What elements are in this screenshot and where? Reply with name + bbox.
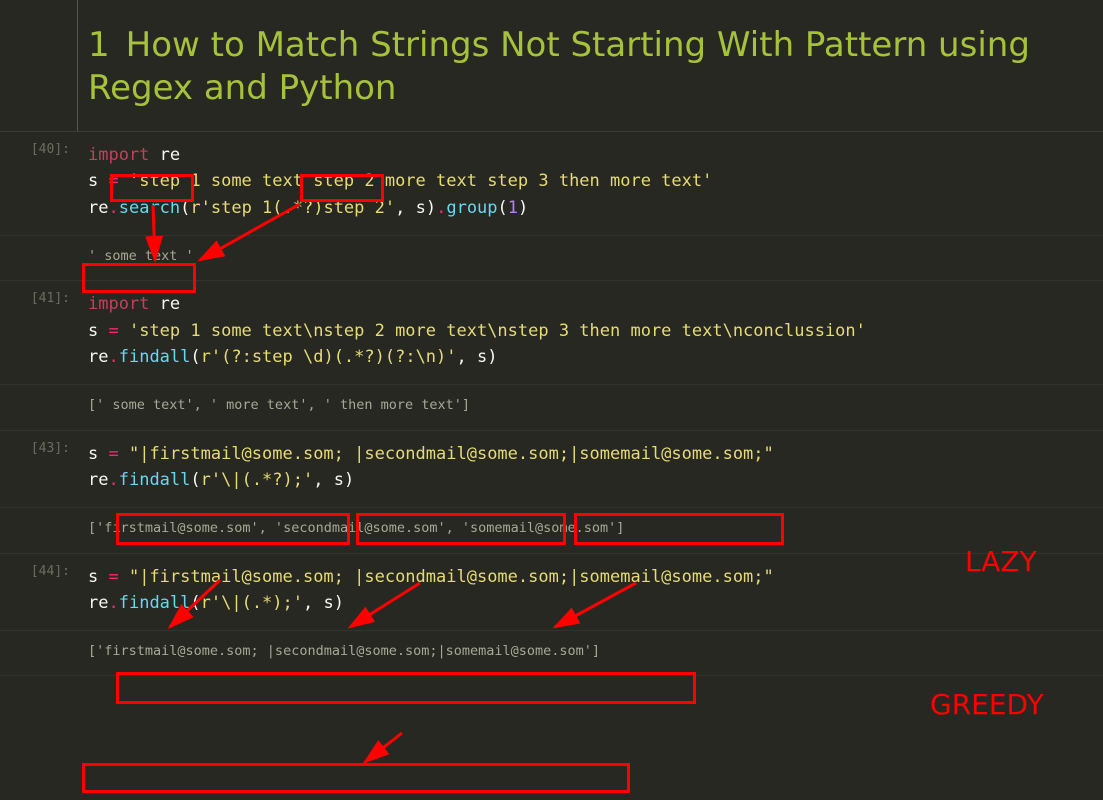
cell-44-code[interactable]: s = "|firstmail@some.som; |secondmail@so… [78,554,1103,631]
cell-44-input[interactable]: [44]: s = "|firstmail@some.som; |secondm… [0,554,1103,632]
cell-41-output-prompt [0,385,78,429]
cell-43-prompt: [43]: [0,431,78,508]
heading-text: How to Match Strings Not Starting With P… [88,25,1030,108]
cell-40-output: ' some text ' [78,236,1103,280]
cell-41-prompt: [41]: [0,281,78,384]
page-title: 1How to Match Strings Not Starting With … [88,24,1093,109]
cell-40-prompt: [40]: [0,132,78,235]
cell-44-output-prompt [0,631,78,675]
cell-40-output-prompt [0,236,78,280]
cell-43-output: ['firstmail@some.som', 'secondmail@some.… [78,508,1103,552]
cell-41-input[interactable]: [41]: import re s = 'step 1 some text\ns… [0,281,1103,385]
annotation-box-greedy-string [116,672,696,704]
cell-44-prompt: [44]: [0,554,78,631]
cell-40-code[interactable]: import re s = 'step 1 some text step 2 m… [78,132,1103,235]
cell-43-output-prompt [0,508,78,552]
cell-43-input[interactable]: [43]: s = "|firstmail@some.som; |secondm… [0,431,1103,509]
cell-43-code[interactable]: s = "|firstmail@some.som; |secondmail@so… [78,431,1103,508]
annotation-label-greedy: GREEDY [930,688,1044,721]
cell-41-code[interactable]: import re s = 'step 1 some text\nstep 2 … [78,281,1103,384]
cell-40-input[interactable]: [40]: import re s = 'step 1 some text st… [0,132,1103,236]
heading-number: 1 [88,25,110,65]
cell-43-output-row: ['firstmail@some.som', 'secondmail@some.… [0,508,1103,553]
cell-44-output: ['firstmail@some.som; |secondmail@some.s… [78,631,1103,675]
cell-41-output-row: [' some text', ' more text', ' then more… [0,385,1103,430]
annotation-box-greedy-output [82,763,630,793]
heading-gutter [0,0,78,131]
heading-cell: 1How to Match Strings Not Starting With … [78,0,1103,131]
cell-44-output-row: ['firstmail@some.som; |secondmail@some.s… [0,631,1103,676]
heading-row: 1How to Match Strings Not Starting With … [0,0,1103,132]
cell-40-output-row: ' some text ' [0,236,1103,281]
cell-41-output: [' some text', ' more text', ' then more… [78,385,1103,429]
